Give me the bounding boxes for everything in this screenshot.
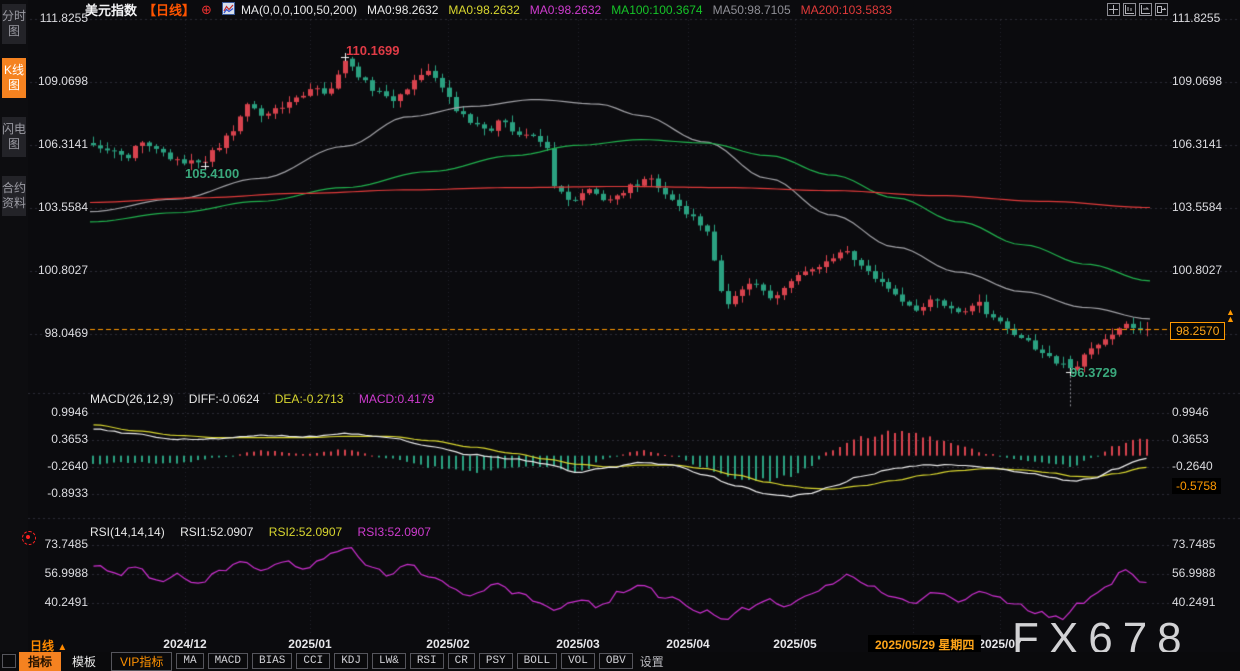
ma0-value: MA0:98.2632 bbox=[367, 3, 438, 17]
indicator-cci[interactable]: CCI bbox=[296, 653, 330, 669]
tab-indicators[interactable]: 指标 bbox=[19, 652, 61, 671]
y-axis-label-right: 111.8255 bbox=[1172, 11, 1234, 25]
sidebar-tab-contract-info[interactable]: 合约资料 bbox=[2, 176, 26, 216]
x-tick: 2025/04 bbox=[653, 637, 723, 651]
macd-y-label: -0.8933 bbox=[30, 486, 88, 500]
live-alert-icon bbox=[22, 531, 36, 545]
y-axis-label: 109.0698 bbox=[30, 74, 88, 88]
left-sidebar: 分时图 K线图 闪电图 合约资料 bbox=[0, 0, 28, 670]
indicator-ma[interactable]: MA bbox=[176, 653, 203, 669]
rsi-title: RSI(14,14,14) bbox=[90, 525, 165, 539]
indicator-lw[interactable]: LW& bbox=[372, 653, 406, 669]
ma200-value: MA200:103.5833 bbox=[801, 3, 892, 17]
y-axis-label-right: 109.0698 bbox=[1172, 74, 1234, 88]
macd-y-label: -0.2640 bbox=[30, 459, 88, 473]
sidebar-tab-lightning[interactable]: 闪电图 bbox=[2, 117, 26, 157]
indicator-obv[interactable]: OBV bbox=[599, 653, 633, 669]
y-axis-label: 98.0469 bbox=[30, 326, 88, 340]
y-axis-label-right: 103.5584 bbox=[1172, 200, 1234, 214]
y-axis-label: 106.3141 bbox=[30, 137, 88, 151]
tab-templates[interactable]: 模板 bbox=[63, 652, 105, 671]
indicator-bias[interactable]: BIAS bbox=[252, 653, 292, 669]
macd-title: MACD(26,12,9) bbox=[90, 392, 173, 406]
rsi-y-label: 56.9988 bbox=[30, 566, 88, 580]
sidebar-tab-label: 闪电图 bbox=[2, 122, 26, 151]
pullback-low-annotation: 105.4100 bbox=[185, 166, 239, 181]
ma-formula: MA(0,0,0,100,50,200) bbox=[241, 3, 357, 17]
x-tick: 2024/12 bbox=[150, 637, 220, 651]
bottom-toolbar: 指标 模板 VIP指标 MA MACD BIAS CCI KDJ LW& RSI… bbox=[0, 652, 1240, 670]
sidebar-tab-kline[interactable]: K线图 bbox=[2, 58, 26, 98]
y-axis-label: 103.5584 bbox=[30, 200, 88, 214]
rsi-y-label: 40.2491 bbox=[30, 595, 88, 609]
macd-diff-value: DIFF:-0.0624 bbox=[189, 392, 260, 406]
indicator-rsi[interactable]: RSI bbox=[410, 653, 444, 669]
ma0c-value: MA0:98.2632 bbox=[530, 3, 601, 17]
y-axis-label-right: 106.3141 bbox=[1172, 137, 1234, 151]
rsi-y-label: 73.7485 bbox=[30, 537, 88, 551]
macd-y-label: 0.3653 bbox=[30, 432, 88, 446]
y-axis-label-right: 100.8027 bbox=[1172, 263, 1234, 277]
rsi1-value: RSI1:52.0907 bbox=[180, 525, 253, 539]
rsi-panel-header: RSI(14,14,14) RSI1:52.0907 RSI2:52.0907 … bbox=[90, 525, 443, 539]
rsi-y-label-right: 56.9988 bbox=[1172, 566, 1234, 580]
x-tick: 2025/02 bbox=[413, 637, 483, 651]
rsi3-value: RSI3:52.0907 bbox=[358, 525, 431, 539]
window-controls bbox=[1107, 3, 1168, 16]
y-axis-label: 111.8255 bbox=[30, 11, 88, 25]
indicator-kdj[interactable]: KDJ bbox=[334, 653, 368, 669]
chart-type-icon[interactable] bbox=[222, 2, 235, 18]
high-annotation: 110.1699 bbox=[346, 43, 400, 58]
macd-y-label-right: -0.2640 bbox=[1172, 459, 1234, 473]
indicator-psy[interactable]: PSY bbox=[479, 653, 513, 669]
indicator-window-up-icon[interactable] bbox=[1123, 3, 1136, 16]
macd-macd-value: MACD:0.4179 bbox=[359, 392, 434, 406]
x-tick: 2025/01 bbox=[275, 637, 345, 651]
symbol-title: 美元指数 bbox=[85, 0, 137, 19]
chart-canvas[interactable] bbox=[0, 0, 1240, 670]
indicator-macd[interactable]: MACD bbox=[208, 653, 248, 669]
x-tick: 2025/05 bbox=[760, 637, 830, 651]
chart-header: 美元指数 【日线】 ⊕ MA(0,0,0,100,50,200) MA0:98.… bbox=[28, 0, 1240, 19]
ma0b-value: MA0:98.2632 bbox=[448, 3, 519, 17]
indicator-boll[interactable]: BOLL bbox=[517, 653, 557, 669]
macd-y-label-right: 0.3653 bbox=[1172, 432, 1234, 446]
period-tag: 【日线】 bbox=[143, 0, 195, 19]
ma100-value: MA100:100.3674 bbox=[611, 3, 702, 17]
ma50-value: MA50:98.7105 bbox=[713, 3, 791, 17]
corner-toggle[interactable] bbox=[2, 654, 16, 668]
y-axis-label: 100.8027 bbox=[30, 263, 88, 277]
macd-y-label: 0.9946 bbox=[30, 405, 88, 419]
add-overlay-icon[interactable]: ⊕ bbox=[201, 2, 212, 18]
rsi-y-label-right: 40.2491 bbox=[1172, 595, 1234, 609]
sidebar-tab-label: 分时图 bbox=[2, 9, 26, 38]
vip-indicators-button[interactable]: VIP指标 bbox=[111, 652, 172, 671]
rsi2-value: RSI2:52.0907 bbox=[269, 525, 342, 539]
indicator-cr[interactable]: CR bbox=[448, 653, 475, 669]
indicator-vol[interactable]: VOL bbox=[561, 653, 595, 669]
macd-current-badge: -0.5758 bbox=[1172, 478, 1221, 494]
settings-button[interactable]: 设置 bbox=[640, 653, 664, 670]
rsi-y-label-right: 73.7485 bbox=[1172, 537, 1234, 551]
indicator-window-right-icon[interactable] bbox=[1139, 3, 1152, 16]
macd-y-label-right: 0.9946 bbox=[1172, 405, 1234, 419]
low-annotation: 96.3729 bbox=[1070, 365, 1117, 380]
macd-panel-header: MACD(26,12,9) DIFF:-0.0624 DEA:-0.2713 M… bbox=[90, 392, 446, 406]
sidebar-tab-timeline[interactable]: 分时图 bbox=[2, 4, 26, 44]
crosshair-pan-icon[interactable] bbox=[1107, 3, 1120, 16]
sidebar-tab-label: 合约资料 bbox=[2, 181, 26, 210]
last-price-badge: 98.2570 bbox=[1170, 322, 1225, 340]
x-tick: 2025/03 bbox=[543, 637, 613, 651]
macd-dea-value: DEA:-0.2713 bbox=[275, 392, 344, 406]
sidebar-tab-label: K线图 bbox=[4, 63, 24, 92]
exit-fullscreen-icon[interactable] bbox=[1155, 3, 1168, 16]
price-up-arrow-icon: ▲▲ bbox=[1226, 309, 1235, 323]
